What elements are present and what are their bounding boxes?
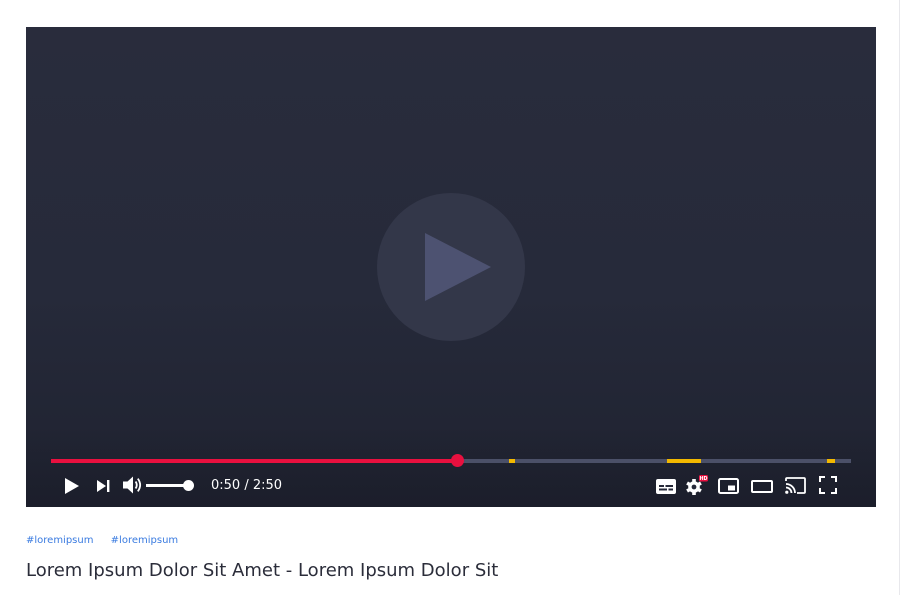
subtitles-button[interactable] [654,475,678,497]
hashtag-list: #loremipsum #loremipsum [26,535,192,546]
cast-button[interactable] [783,474,807,496]
skip-next-icon [96,480,109,492]
video-player[interactable]: 0:50 / 2:50 HD [26,27,876,507]
hd-badge: HD [700,476,708,482]
play-icon [425,233,491,301]
miniplayer-button[interactable] [716,475,740,497]
time-display: 0:50 / 2:50 [211,478,282,493]
theater-mode-button[interactable] [750,475,774,497]
big-play-button[interactable] [377,193,525,341]
mute-button[interactable] [122,474,144,496]
progress-bar[interactable] [51,454,851,467]
chapter-marker [667,459,701,463]
controls-shade [26,427,876,507]
settings-button[interactable]: HD [684,473,710,497]
video-title: Lorem Ipsum Dolor Sit Amet - Lorem Ipsum… [26,560,499,581]
chapter-marker [827,459,835,463]
fullscreen-icon [819,476,837,494]
hashtag-link[interactable]: #loremipsum [111,535,178,546]
cast-icon [784,476,806,494]
progress-played [51,459,458,463]
duration: 2:50 [252,478,283,493]
theater-mode-icon [751,479,773,493]
time-separator: / [244,478,249,493]
settings-gear-icon: HD [686,475,708,495]
subtitles-icon [656,478,676,494]
miniplayer-icon [717,478,739,494]
next-button[interactable] [93,476,113,496]
chapter-marker [508,459,515,463]
play-icon [65,478,79,494]
current-time: 0:50 [211,478,241,493]
play-button[interactable] [62,476,82,496]
page: 0:50 / 2:50 HD #loremipsum #loremipsum L… [0,0,900,595]
volume-slider-handle[interactable] [183,480,194,491]
fullscreen-button[interactable] [816,474,840,496]
volume-icon [123,476,142,494]
hashtag-link[interactable]: #loremipsum [26,535,93,546]
